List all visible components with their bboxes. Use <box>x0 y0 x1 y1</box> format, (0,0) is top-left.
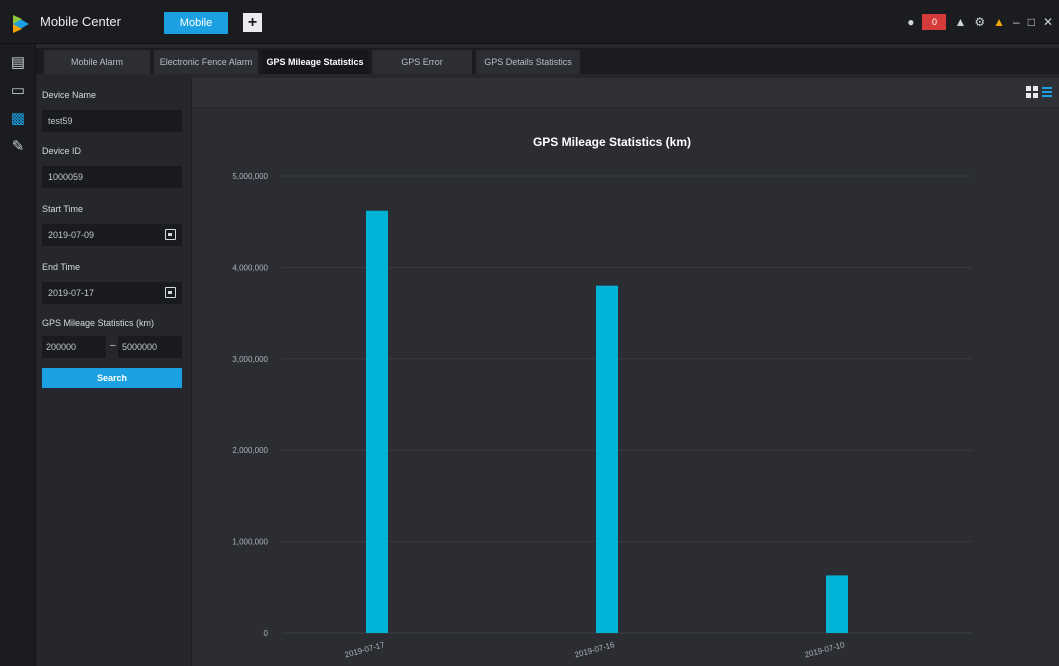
add-tab-button[interactable]: + <box>243 13 262 32</box>
tab-gps-error[interactable]: GPS Error <box>372 50 472 74</box>
tab-gps-details-statistics[interactable]: GPS Details Statistics <box>476 50 580 74</box>
x-tick-label: 2019-07-10 <box>804 640 846 659</box>
device-name-label: Device Name <box>42 90 97 100</box>
y-tick-label: 0 <box>264 629 269 638</box>
bar-2019-07-17[interactable] <box>366 210 388 633</box>
start-time-field[interactable]: 2019-07-09 <box>42 224 182 246</box>
filter-panel: Device Name test59 Device ID 1000059 Sta… <box>36 78 191 666</box>
title-bar: Mobile Center Mobile + ● 0 ▲ ⚙ ▲ – □ ✕ <box>0 0 1059 44</box>
device-id-field[interactable]: 1000059 <box>42 166 182 188</box>
mileage-bar-chart: GPS Mileage Statistics (km) 0 1,000,000 2,… <box>232 135 972 660</box>
title-bar-controls: ● 0 ▲ ⚙ ▲ – □ ✕ <box>907 12 1053 32</box>
start-time-value: 2019-07-09 <box>48 230 95 240</box>
chart-content-area: GPS Mileage Statistics (km) 0 1,000,000 2,… <box>191 78 1059 666</box>
bar-2019-07-16[interactable] <box>596 285 618 633</box>
minimize-icon[interactable]: – <box>1013 16 1020 28</box>
message-icon[interactable]: ▭ <box>8 80 28 100</box>
end-time-label: End Time <box>42 262 81 272</box>
calendar-icon[interactable] <box>165 287 176 298</box>
chart-title: GPS Mileage Statistics (km) <box>533 135 691 149</box>
start-time-label: Start Time <box>42 204 84 214</box>
user-icon[interactable]: ▲ <box>954 16 966 28</box>
x-axis-ticks: 2019-07-17 2019-07-16 2019-07-10 <box>344 640 846 659</box>
app-title: Mobile Center <box>40 14 121 29</box>
speaker-icon[interactable]: ● <box>907 16 914 28</box>
grid-view-icon[interactable] <box>1026 86 1038 98</box>
y-axis-ticks: 0 1,000,000 2,000,000 3,000,000 4,000,000 5,0… <box>232 172 268 638</box>
y-tick-label: 5,000,000 <box>232 172 268 181</box>
tab-mobile-alarm[interactable]: Mobile Alarm <box>44 50 150 74</box>
y-tick-label: 2,000,000 <box>232 446 268 455</box>
mileage-min-field[interactable]: 200000 <box>42 336 106 358</box>
close-icon[interactable]: ✕ <box>1043 16 1053 28</box>
bar-2019-07-10[interactable] <box>826 575 848 633</box>
tab-gps-mileage-statistics[interactable]: GPS Mileage Statistics <box>262 50 368 74</box>
clipboard-icon[interactable]: ▤ <box>8 52 28 72</box>
app-window: Mobile Center Mobile + ● 0 ▲ ⚙ ▲ – □ ✕ ▤… <box>0 0 1059 666</box>
warning-icon[interactable]: ▲ <box>993 15 1005 29</box>
mobile-mode-button[interactable]: Mobile <box>164 12 228 34</box>
content-toolbar <box>192 78 1059 108</box>
edit-icon[interactable]: ✎ <box>8 136 28 156</box>
left-rail: ▤ ▭ ▩ ✎ <box>0 44 36 666</box>
end-time-field[interactable]: 2019-07-17 <box>42 282 182 304</box>
tab-bar: Mobile Alarm Electronic Fence Alarm GPS … <box>36 48 1059 74</box>
x-tick-label: 2019-07-17 <box>344 640 386 659</box>
x-tick-label: 2019-07-16 <box>574 640 616 659</box>
device-name-field[interactable]: test59 <box>42 110 182 132</box>
y-tick-label: 3,000,000 <box>232 355 268 364</box>
list-view-icon[interactable] <box>1042 86 1052 98</box>
end-time-value: 2019-07-17 <box>48 288 95 298</box>
search-button[interactable]: Search <box>42 368 182 388</box>
gear-icon[interactable]: ⚙ <box>974 16 985 28</box>
alarm-badge[interactable]: 0 <box>922 14 947 30</box>
mileage-range-label: GPS Mileage Statistics (km) <box>42 318 155 328</box>
app-logo-icon <box>13 15 29 33</box>
y-tick-label: 1,000,000 <box>232 538 268 547</box>
calendar-icon[interactable] <box>165 229 176 240</box>
chart-bars <box>366 210 848 633</box>
y-tick-label: 4,000,000 <box>232 263 268 272</box>
mileage-max-field[interactable]: 5000000 <box>118 336 182 358</box>
statistics-icon[interactable]: ▩ <box>8 108 28 128</box>
device-id-label: Device ID <box>42 146 82 156</box>
mileage-range-separator: – <box>110 340 116 351</box>
tab-electronic-fence-alarm[interactable]: Electronic Fence Alarm <box>154 50 258 74</box>
maximize-icon[interactable]: □ <box>1028 16 1035 28</box>
